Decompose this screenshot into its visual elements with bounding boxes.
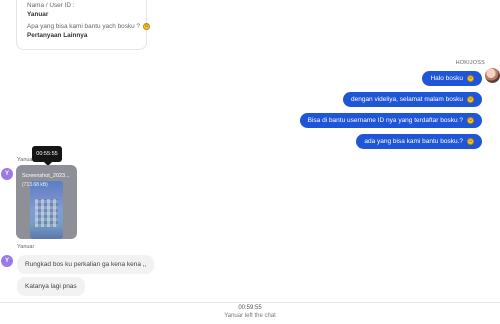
smiling-face-icon: ☺ [467,96,474,103]
attachment-file-name: Screenshot_2023... [22,173,70,179]
user-id-value: Yanuar [27,11,49,18]
agent-message-text: ada yang bisa kami bantu bosku.? [364,138,463,145]
smiling-face-icon: ☺ [467,138,474,145]
user-message: Katanya lagi pnas [17,277,85,296]
other-questions-link[interactable]: Pertanyaan Lainnya [27,31,137,40]
image-attachment[interactable]: Screenshot_2023... (713.68 kB) [16,165,77,239]
agent-avatar [485,68,500,83]
smiling-face-icon: ☺ [142,23,150,30]
system-timestamp: 00:59:55 [238,305,262,311]
user-avatar: Y [1,168,13,180]
system-divider [0,302,500,303]
user-avatar: Y [1,255,13,267]
greeting-question: Apa yang bisa kami bantu yach bosku ? ☺ [27,22,150,31]
user-id-label: Nama / User ID : [27,2,75,9]
agent-message: ada yang bisa kami bantu bosku.? ☺ [356,134,482,149]
agent-message: Bisa di bantu username ID nya yang terda… [299,113,482,128]
system-message: Yanuar left the chat [224,313,276,319]
agent-name: HOKIJOSS [455,60,485,66]
user-name-label: Yanuar [17,244,35,250]
user-message: Rungkad bos ku perkalian ga kena kena ,, [17,255,155,274]
attachment-thumbnail [30,181,63,239]
agent-message: Halo bosku ☺ [422,71,482,86]
agent-message-text: Halo bosku [430,75,463,82]
user-info-card: Nama / User ID : Yanuar Apa yang bisa ka… [16,0,150,50]
agent-message-text: dengan videliya, selamat malam bosku [350,96,463,103]
agent-message-text: Bisa di bantu username ID nya yang terda… [307,117,463,124]
greeting-question-text: Apa yang bisa kami bantu yach bosku ? [27,23,140,30]
attachment-file-size: (713.68 kB) [22,182,48,188]
chat-window: Nama / User ID : Yanuar Apa yang bisa ka… [0,0,500,324]
agent-message: dengan videliya, selamat malam bosku ☺ [342,92,482,107]
smiling-face-icon: ☺ [467,75,474,82]
timestamp-tooltip: 00:55:55 [32,146,62,166]
smiling-face-icon: ☺ [467,117,474,124]
